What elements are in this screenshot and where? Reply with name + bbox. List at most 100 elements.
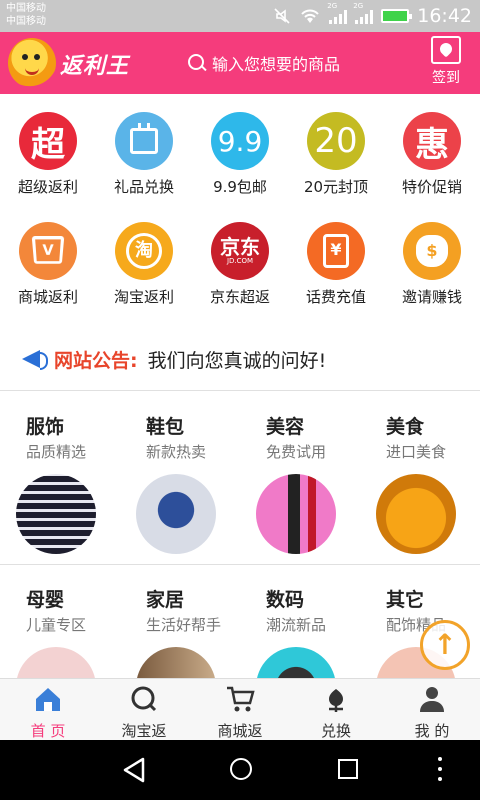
bags-image: [136, 474, 216, 554]
cart-icon: [227, 686, 255, 712]
twenty-glyph: 20: [314, 121, 358, 161]
grid-item-invite-earn[interactable]: $ 邀请赚钱: [384, 222, 480, 307]
grid-item-label: 20元封顶: [303, 178, 369, 196]
grid-item-phone-recharge[interactable]: ¥ 话费充值: [288, 222, 384, 307]
checkin-button[interactable]: 签到: [428, 36, 464, 87]
bottom-tab-bar: 首 页 淘宝返 商城返 兑换 我 的: [0, 678, 480, 740]
category-digital[interactable]: 数码 潮流新品: [240, 585, 360, 687]
back-icon[interactable]: [122, 757, 146, 783]
clock: 16:42: [417, 5, 472, 27]
grid-item-label: 京东超返: [209, 288, 270, 306]
site-announcement[interactable]: 网站公告: 我们向您真诚的问好!: [0, 330, 480, 388]
wifi-icon: [301, 9, 319, 23]
home-circle-icon[interactable]: [230, 758, 252, 780]
tab-label: 兑换: [320, 722, 351, 740]
discount-icon: 惠: [403, 112, 461, 170]
jd-icon: 京东 JD.COM: [211, 222, 269, 280]
megaphone-icon: [20, 348, 48, 370]
category-subtitle: 潮流新品: [266, 616, 327, 634]
tab-mall[interactable]: 商城返: [192, 679, 288, 740]
mute-icon: [274, 8, 290, 24]
tab-label: 淘宝返: [121, 722, 167, 740]
signal-2-icon: 2G: [353, 2, 374, 24]
grid-item-label: 超级返利: [17, 178, 78, 196]
search-placeholder: 输入您想要的商品: [212, 55, 341, 74]
clothing-image: [16, 474, 96, 554]
grid-item-nine-nine[interactable]: 9.9 9.9包邮: [192, 112, 288, 197]
section-divider: [0, 390, 480, 391]
grid-item-label: 商城返利: [17, 288, 78, 306]
grid-item-label: 邀请赚钱: [401, 288, 462, 306]
recent-apps-icon[interactable]: [338, 759, 358, 779]
twenty-icon: 20: [307, 112, 365, 170]
menu-dots-icon[interactable]: [438, 757, 442, 781]
category-baby[interactable]: 母婴 儿童专区: [0, 585, 120, 687]
taobao-tab-icon: [131, 686, 157, 712]
tab-label: 商城返: [217, 722, 263, 740]
grid-item-mall-rebate[interactable]: V 商城返利: [0, 222, 96, 307]
tab-profile[interactable]: 我 的: [384, 679, 480, 740]
category-subtitle: 进口美食: [386, 443, 447, 461]
tab-label: 我 的: [414, 722, 450, 740]
money-bag-glyph: $: [426, 241, 438, 260]
section-divider: [0, 564, 480, 565]
money-bag-icon: $: [403, 222, 461, 280]
taobao-glyph: 淘: [126, 233, 162, 269]
category-food[interactable]: 美食 进口美食: [360, 412, 480, 554]
category-subtitle: 免费试用: [266, 443, 327, 461]
app-header: 返利王 输入您想要的商品 签到: [0, 32, 480, 94]
category-subtitle: 儿童专区: [26, 616, 87, 634]
cosmetics-image: [256, 474, 336, 554]
discount-glyph: 惠: [415, 124, 449, 165]
tiger-logo-icon: [8, 38, 56, 88]
status-icons: 2G 2G 16:42: [273, 2, 472, 28]
announcement-text: 我们向您真诚的问好!: [147, 349, 327, 372]
category-beauty[interactable]: 美容 免费试用: [240, 412, 360, 554]
shopping-bag-icon: V: [19, 222, 77, 280]
super-rebate-glyph: 超: [31, 124, 65, 165]
category-title: 数码: [266, 589, 305, 611]
carrier-1: 中国移动: [6, 3, 46, 14]
search-bar[interactable]: 输入您想要的商品: [188, 51, 340, 75]
arrow-up-icon: ↑: [433, 628, 457, 661]
phone-recharge-glyph: ¥: [330, 240, 342, 259]
network-1-label: 2G: [327, 2, 338, 10]
tab-taobao[interactable]: 淘宝返: [96, 679, 192, 740]
category-title: 美容: [266, 416, 305, 438]
category-title: 母婴: [26, 589, 65, 611]
grid-item-jd-rebate[interactable]: 京东 JD.COM 京东超返: [192, 222, 288, 307]
tab-exchange[interactable]: 兑换: [288, 679, 384, 740]
grid-item-label: 淘宝返利: [113, 288, 174, 306]
category-home[interactable]: 家居 生活好帮手: [120, 585, 240, 687]
carrier-2: 中国移动: [6, 16, 46, 27]
tab-home[interactable]: 首 页: [0, 679, 96, 740]
feature-grid-row-2: V 商城返利 淘 淘宝返利 京东 JD.COM 京东超返 ¥ 话费充值 $ 邀请…: [0, 222, 480, 307]
grid-item-gift-exchange[interactable]: 礼品兑换: [96, 112, 192, 197]
grid-item-label: 话费充值: [305, 288, 366, 306]
grid-item-twenty-cap[interactable]: 20 20元封顶: [288, 112, 384, 197]
category-title: 其它: [386, 589, 425, 611]
profile-icon: [420, 687, 444, 712]
category-subtitle: 生活好帮手: [146, 616, 222, 634]
jd-sub-glyph: JD.COM: [226, 257, 254, 265]
category-shoes-bags[interactable]: 鞋包 新款热卖: [120, 412, 240, 554]
grid-item-taobao-rebate[interactable]: 淘 淘宝返利: [96, 222, 192, 307]
super-rebate-icon: 超: [19, 112, 77, 170]
status-bar: 中国移动 中国移动 2G 2G 16:42: [0, 0, 480, 32]
home-icon: [36, 688, 60, 711]
category-title: 服饰: [26, 416, 65, 438]
checkin-icon: [431, 36, 461, 64]
network-2-label: 2G: [353, 2, 364, 10]
battery-icon: [381, 9, 413, 23]
grid-item-super-rebate[interactable]: 超 超级返利: [0, 112, 96, 197]
shopping-bag-glyph: V: [42, 242, 54, 259]
category-title: 鞋包: [146, 416, 185, 438]
feature-grid-row-1: 超 超级返利 礼品兑换 9.9 9.9包邮 20 20元封顶 惠 特价促销: [0, 112, 480, 197]
exchange-icon: [329, 689, 343, 712]
category-clothing[interactable]: 服饰 品质精选: [0, 412, 120, 554]
back-to-top-button[interactable]: ↑: [420, 620, 470, 670]
search-icon: [188, 54, 206, 72]
grid-item-special-offer[interactable]: 惠 特价促销: [384, 112, 480, 197]
taobao-icon: 淘: [115, 222, 173, 280]
nine-nine-icon: 9.9: [211, 112, 269, 170]
